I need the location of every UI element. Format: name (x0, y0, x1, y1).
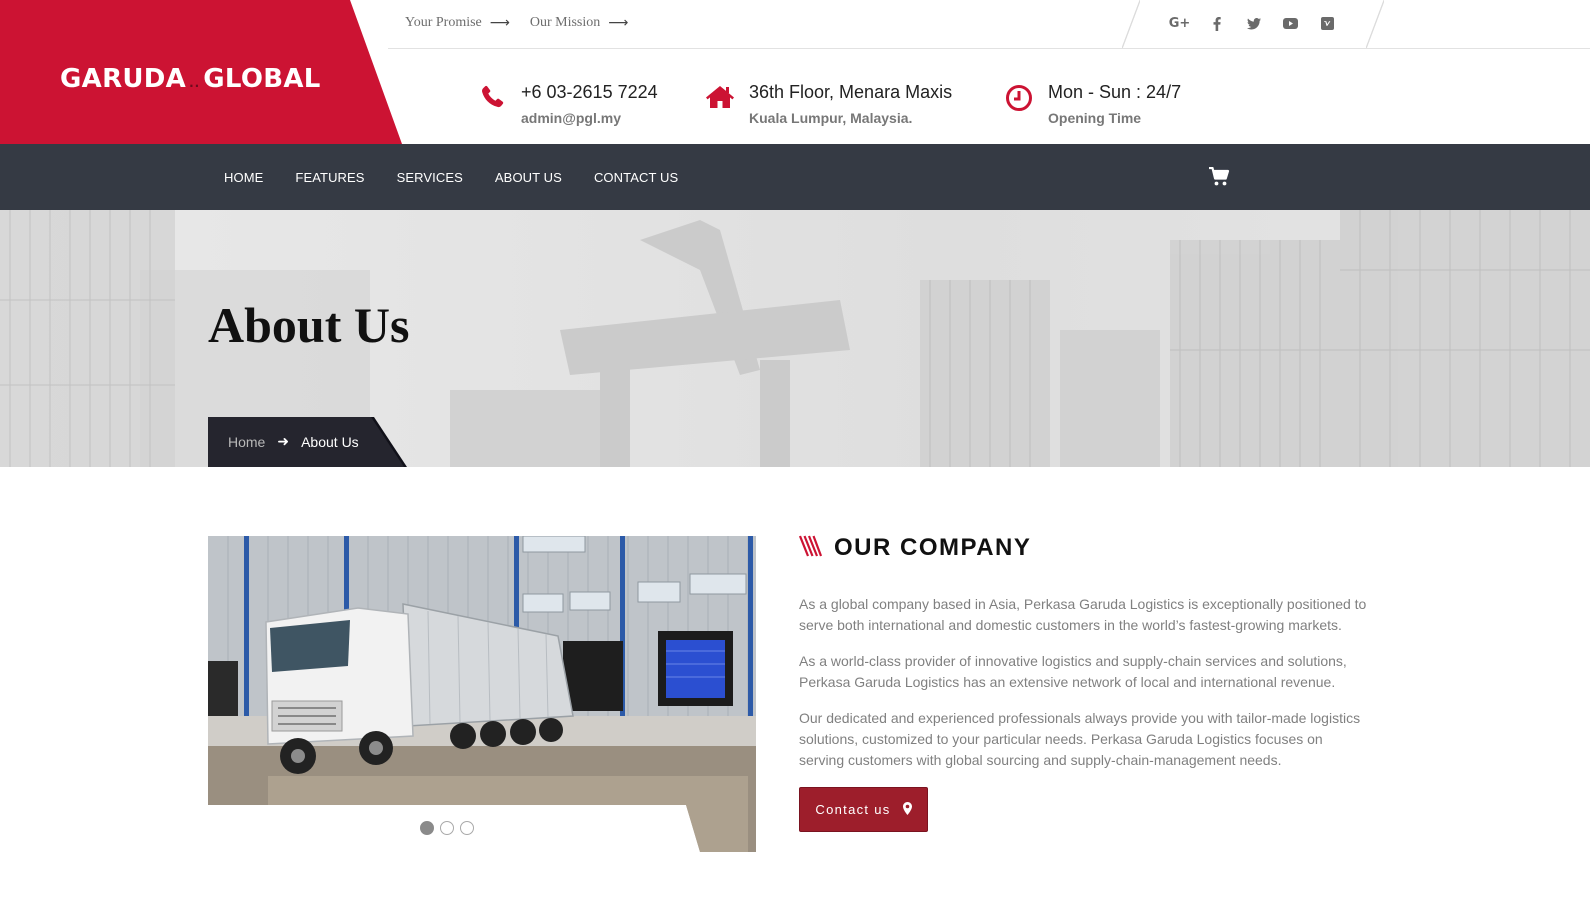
company-paragraph: As a world-class provider of innovative … (799, 653, 1347, 690)
contact-us-button[interactable]: Contact us (799, 787, 928, 832)
red-stripes-icon (798, 535, 823, 562)
logo-text-left: GARUDA (60, 64, 187, 94)
logo[interactable]: GARUDA.. GLOBAL (60, 64, 321, 94)
slider-dot[interactable] (420, 821, 434, 835)
shopping-cart-icon[interactable] (1208, 166, 1230, 187)
main-nav: HOME FEATURES SERVICES ABOUT US CONTACT … (0, 144, 1590, 210)
nav-items: HOME FEATURES SERVICES ABOUT US CONTACT … (208, 144, 694, 210)
phone-info: +6 03-2615 7224 admin@pgl.my (477, 80, 658, 126)
social-links: G+ (1169, 14, 1337, 33)
hours-text: Mon - Sun : 24/7 (1048, 82, 1182, 102)
top-link-label: Our Mission (529, 15, 601, 30)
link-your-promise[interactable]: Your Promise ⟶ (405, 15, 510, 31)
google-plus-icon[interactable]: G+ (1169, 14, 1191, 33)
link-our-mission[interactable]: Our Mission ⟶ (530, 15, 628, 31)
home-icon (705, 80, 735, 114)
top-links: Your Promise ⟶ Our Mission ⟶ (405, 15, 628, 31)
contact-us-label: Contact us (815, 802, 891, 817)
logo-text-right: GLOBAL (203, 64, 321, 94)
slider-dots (420, 821, 474, 835)
long-arrow-right-icon: ⟶ (489, 15, 510, 31)
clock-icon (1004, 80, 1034, 114)
top-link-label: Your Promise (405, 15, 482, 30)
divider-slant (1366, 0, 1384, 48)
nav-item-services[interactable]: SERVICES (381, 170, 479, 185)
map-marker-icon (902, 801, 912, 818)
divider-slant (1122, 0, 1140, 48)
slider-dot[interactable] (460, 821, 474, 835)
page-banner: About Us Home ➜ About Us (0, 210, 1590, 467)
address-city: Kuala Lumpur, Malaysia. (749, 110, 913, 126)
phone-icon (477, 80, 507, 114)
nav-item-contact-us[interactable]: CONTACT US (578, 170, 694, 185)
youtube-icon[interactable] (1281, 14, 1300, 33)
address-line: 36th Floor, Menara Maxis (749, 82, 953, 102)
section-heading: OUR COMPANY (798, 532, 1369, 564)
page: GARUDA.. GLOBAL Your Promise ⟶ Our Missio… (0, 0, 1590, 918)
nav-item-about-us[interactable]: ABOUT US (479, 170, 578, 185)
email-address[interactable]: admin@pgl.my (521, 110, 658, 126)
company-paragraph: As a global company based in Asia, Perka… (799, 596, 1367, 633)
address-info: 36th Floor, Menara Maxis Kuala Lumpur, M… (705, 80, 952, 126)
slider-image[interactable] (208, 536, 756, 852)
twitter-icon[interactable] (1244, 14, 1263, 33)
image-slider (208, 536, 756, 852)
company-paragraph: Our dedicated and experienced profession… (799, 710, 1361, 768)
hours-label: Opening Time (1048, 110, 1142, 126)
long-arrow-right-icon: ⟶ (608, 15, 629, 31)
nav-item-features[interactable]: FEATURES (279, 170, 380, 185)
slider-dot[interactable] (440, 821, 454, 835)
header: GARUDA.. GLOBAL Your Promise ⟶ Our Missio… (0, 0, 1590, 144)
nav-item-home[interactable]: HOME (208, 170, 279, 185)
vimeo-icon[interactable] (1318, 14, 1337, 33)
breadcrumb-items: Home ➜ About Us (228, 434, 359, 450)
arrow-right-icon: ➜ (277, 434, 290, 450)
section-title: OUR COMPANY (834, 534, 1032, 561)
hours-info: Mon - Sun : 24/7 Opening Time (1004, 80, 1181, 126)
our-company-section: OUR COMPANY As a global company based in… (798, 532, 1369, 832)
phone-number[interactable]: +6 03-2615 7224 (521, 80, 658, 104)
breadcrumb-current: About Us (301, 434, 359, 450)
truck-warehouse-photo (208, 536, 756, 852)
header-divider (388, 48, 1590, 49)
facebook-icon[interactable] (1207, 14, 1226, 33)
page-title: About Us (208, 297, 410, 353)
logo-dots: .. (189, 76, 201, 90)
breadcrumb-home-link[interactable]: Home (228, 434, 265, 450)
